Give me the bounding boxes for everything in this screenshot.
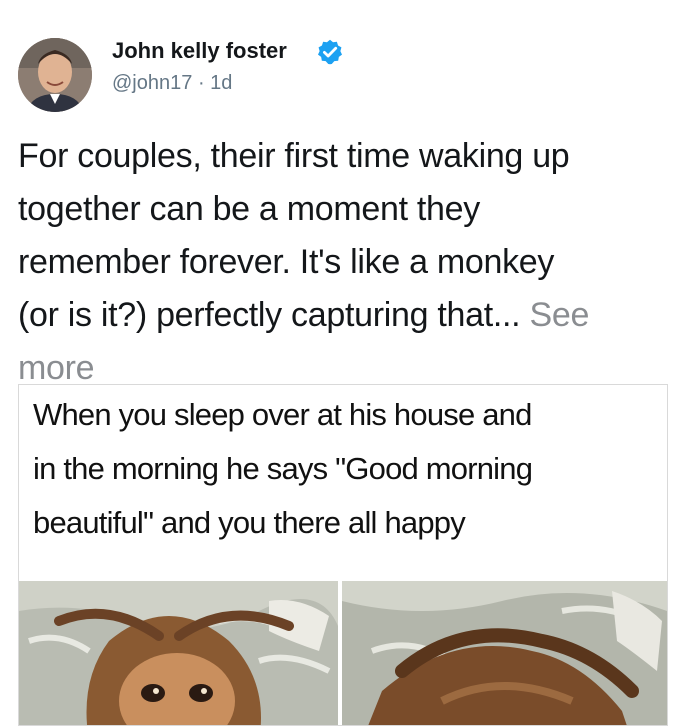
author-name[interactable]: John kelly foster [112,38,287,64]
post-time[interactable]: 1d [210,72,232,94]
see-more-link[interactable]: See [529,296,589,334]
monkey-photo-left[interactable] [19,581,338,725]
meme-caption-line: When you sleep over at his house and [33,397,532,432]
post-text: For couples, their first time waking up … [18,130,698,395]
post-text-line: remember forever. It's like a monkey [18,243,555,281]
verified-badge-icon [317,39,343,65]
monkey-photo-right-icon [342,581,667,725]
monkey-photo-left-icon [19,581,338,725]
post-text-line: For couples, their first time waking up [18,137,570,175]
avatar-photo-icon [18,38,92,112]
post-text-line: (or is it?) perfectly capturing that... … [18,296,590,334]
post-meta: @john17 · 1d [112,72,232,95]
attached-meme[interactable]: When you sleep over at his house and in … [18,384,668,726]
post-header: John kelly foster @john17 · 1d [0,0,700,120]
author-handle[interactable]: @john17 [112,72,192,94]
monkey-photo-right[interactable] [342,581,667,725]
post-text-line: together can be a moment they [18,190,480,228]
meme-caption-line: beautiful" and you there all happy [33,505,466,540]
meme-caption-line: in the morning he says "Good morning [33,451,533,486]
author-avatar[interactable] [18,38,92,112]
meta-separator: · [197,72,205,94]
